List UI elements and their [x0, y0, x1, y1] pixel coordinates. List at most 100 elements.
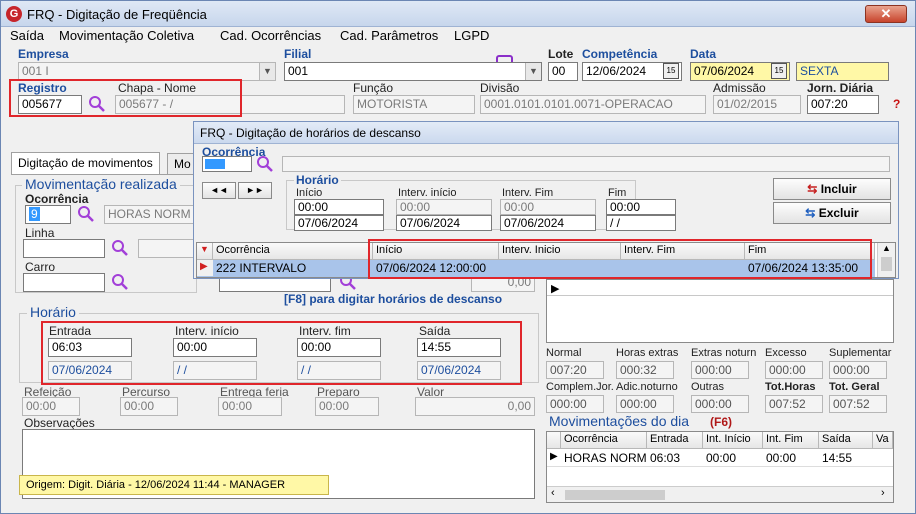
refeicao-field[interactable]: 00:00	[22, 397, 80, 416]
scroll-thumb[interactable]	[881, 257, 892, 271]
col-header-int-fim[interactable]: Interv. Fim	[621, 243, 745, 260]
first-record-button[interactable]: ◄◄	[202, 182, 236, 199]
title-bar[interactable]: G FRQ - Digitação de Freqüência ✕	[1, 1, 915, 27]
col-header-ocorrencia[interactable]: Ocorrência	[561, 432, 647, 449]
horizontal-scrollbar[interactable]: ‹ ›	[547, 486, 893, 502]
scroll-right-icon[interactable]: ›	[881, 487, 885, 499]
percurso-field[interactable]: 00:00	[120, 397, 178, 416]
mov-dia-hotkey: (F6)	[710, 415, 732, 429]
excluir-button[interactable]: ⇆ Excluir	[773, 202, 891, 224]
menu-saida[interactable]: Saída	[10, 28, 44, 43]
col-header-va[interactable]: Va	[873, 432, 893, 449]
carro-field[interactable]	[23, 273, 105, 292]
excesso-label: Excesso	[765, 347, 807, 359]
linha-desc-field	[138, 239, 194, 258]
col-header-entrada[interactable]: Entrada	[647, 432, 703, 449]
incluir-button[interactable]: ⇆ Incluir	[773, 178, 891, 200]
valor-field[interactable]: 0,00	[415, 397, 535, 416]
menu-cad-ocorrencias[interactable]: Cad. Ocorrências	[220, 28, 321, 43]
int-fim-date-field[interactable]: / /	[297, 361, 381, 380]
int-inicio-field[interactable]: 00:00	[173, 338, 257, 357]
right-upper-grid[interactable]: ▶	[546, 279, 894, 343]
entrada-date-field[interactable]: 07/06/2024	[48, 361, 132, 380]
dialog-title[interactable]: FRQ - Digitação de horários de descanso	[194, 122, 898, 144]
window-title: FRQ - Digitação de Freqüência	[27, 7, 207, 22]
complem-field: 000:00	[546, 395, 604, 413]
col-header-saida[interactable]: Saída	[819, 432, 873, 449]
int-inicio-date-field[interactable]: / /	[173, 361, 257, 380]
menu-lgpd[interactable]: LGPD	[454, 28, 489, 43]
entrada-label: Entrada	[49, 324, 92, 338]
search-icon[interactable]	[88, 95, 106, 113]
horas-extras-field: 000:32	[616, 361, 674, 379]
close-button[interactable]: ✕	[865, 5, 907, 23]
dialog-fim-time[interactable]: 00:00	[606, 199, 676, 215]
calendar-icon[interactable]: 15	[771, 63, 787, 79]
main-window: G FRQ - Digitação de Freqüência ✕ Saída …	[0, 0, 916, 514]
saida-field[interactable]: 14:55	[417, 338, 501, 357]
dialog-int-inicio-time[interactable]: 00:00	[396, 199, 492, 215]
excesso-field: 000:00	[765, 361, 823, 379]
saida-date-field[interactable]: 07/06/2024	[417, 361, 501, 380]
preparo-field[interactable]: 00:00	[315, 397, 379, 416]
registro-label: Registro	[18, 81, 67, 95]
scroll-thumb[interactable]	[565, 490, 665, 500]
dialog-fim-date[interactable]: / /	[606, 215, 676, 231]
competencia-label: Competência	[582, 47, 658, 61]
table-row[interactable]: ▶ 222 INTERVALO 07/06/2024 12:00:00 07/0…	[197, 260, 875, 277]
complem-label: Complem.Jor.	[546, 381, 614, 393]
tot-geral-field: 007:52	[829, 395, 887, 413]
movimentacao-title: Movimentação realizada	[22, 176, 180, 192]
table-row[interactable]: ▶ HORAS NORM 06:03 00:00 00:00 14:55	[547, 450, 893, 467]
vertical-scrollbar[interactable]: ▲	[877, 243, 895, 277]
filial-select[interactable]: 001 ▼	[284, 62, 542, 81]
registro-field[interactable]: 005677	[18, 95, 82, 114]
search-icon[interactable]	[256, 155, 274, 173]
tab-digitacao-movimentos[interactable]: Digitação de movimentos	[11, 152, 160, 174]
col-header-int-inicio[interactable]: Interv. Inicio	[499, 243, 621, 260]
calendar-icon[interactable]: 15	[663, 63, 679, 79]
menu-bar: Saída Movimentação Coletiva Cad. Ocorrên…	[1, 27, 915, 67]
col-header-inicio[interactable]: Início	[373, 243, 499, 260]
empresa-select[interactable]: 001 I ▼	[18, 62, 276, 81]
admissao-field: 01/02/2015	[713, 95, 801, 114]
dialog-ocorrencia-field[interactable]	[202, 156, 252, 172]
row-pointer-icon: ▶	[197, 260, 213, 276]
extras-noturn-field: 000:00	[691, 361, 749, 379]
menu-cad-parametros[interactable]: Cad. Parâmetros	[340, 28, 438, 43]
dialog-int-fim-time[interactable]: 00:00	[500, 199, 596, 215]
dialog-inicio-time[interactable]: 00:00	[294, 199, 384, 215]
int-fim-field[interactable]: 00:00	[297, 338, 381, 357]
origem-note: Origem: Digit. Diária - 12/06/2024 11:44…	[19, 475, 329, 495]
dialog-inicio-date[interactable]: 07/06/2024	[294, 215, 384, 231]
dialog-int-fim-date[interactable]: 07/06/2024	[500, 215, 596, 231]
col-header-ocorrencia[interactable]: Ocorrência	[213, 243, 373, 260]
col-header-int-inicio[interactable]: Int. Início	[703, 432, 763, 449]
dialog-ocorrencia-desc	[282, 156, 890, 172]
descanso-grid[interactable]: ▼ Ocorrência Início Interv. Inicio Inter…	[196, 242, 896, 278]
mov-dia-grid[interactable]: Ocorrência Entrada Int. Início Int. Fim …	[546, 431, 894, 503]
outras-field: 000:00	[691, 395, 749, 413]
col-header-fim[interactable]: Fim	[745, 243, 875, 260]
divisao-label: Divisão	[480, 81, 520, 95]
entrada-field[interactable]: 06:03	[48, 338, 132, 357]
search-icon[interactable]	[111, 273, 129, 291]
scroll-up-icon[interactable]: ▲	[882, 243, 891, 253]
extras-noturn-label: Extras noturn	[691, 347, 757, 359]
scroll-left-icon[interactable]: ‹	[551, 487, 555, 499]
observacoes-label: Observações	[24, 416, 95, 430]
next-record-button[interactable]: ►►	[238, 182, 272, 199]
horas-extras-label: Horas extras	[616, 347, 679, 359]
chapa-nome-label: Chapa - Nome	[118, 81, 197, 95]
search-icon[interactable]	[77, 205, 95, 223]
linha-field[interactable]	[23, 239, 105, 258]
entrega-field[interactable]: 00:00	[218, 397, 282, 416]
help-icon[interactable]: ?	[893, 97, 900, 111]
ocorrencia-code-field[interactable]: 9	[25, 205, 71, 224]
search-icon[interactable]	[111, 239, 129, 257]
menu-movimentacao-coletiva[interactable]: Movimentação Coletiva	[59, 28, 194, 43]
jornada-label: Jorn. Diária	[807, 81, 874, 95]
col-header-int-fim[interactable]: Int. Fim	[763, 432, 819, 449]
dialog-int-inicio-date[interactable]: 07/06/2024	[396, 215, 492, 231]
lote-field[interactable]: 00	[548, 62, 578, 81]
